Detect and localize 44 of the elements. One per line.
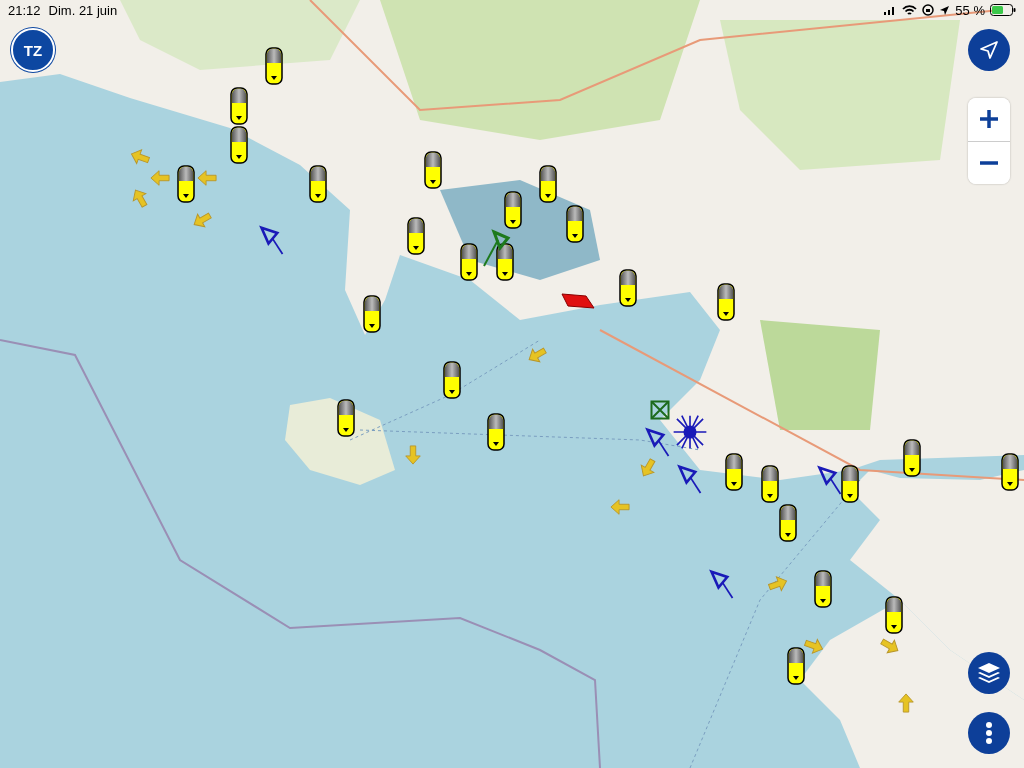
battery-icon [990, 4, 1016, 16]
tide-gauge-icon[interactable] [841, 465, 859, 503]
tide-gauge-icon[interactable] [717, 283, 735, 321]
tide-gauge-icon[interactable] [761, 465, 779, 503]
tide-gauge-icon[interactable] [504, 191, 522, 229]
star-burst-icon[interactable] [672, 414, 708, 450]
tide-gauge-icon[interactable] [443, 361, 461, 399]
tide-gauge-icon[interactable] [460, 243, 478, 281]
layers-icon [977, 662, 1001, 684]
navigation-arrow-icon [979, 40, 999, 60]
status-date: Dim. 21 juin [48, 2, 118, 18]
tide-gauge-icon[interactable] [265, 47, 283, 85]
flag-icon[interactable] [480, 228, 512, 268]
crossed-box-icon[interactable] [650, 400, 670, 420]
tide-gauge-icon[interactable] [539, 165, 557, 203]
tide-gauge-icon[interactable] [177, 165, 195, 203]
clock-time: 21:12 [8, 2, 41, 18]
tide-gauge-icon[interactable] [337, 399, 355, 437]
tide-gauge-icon[interactable] [487, 413, 505, 451]
plus-icon [979, 109, 999, 130]
tide-gauge-icon[interactable] [230, 126, 248, 164]
tide-gauge-icon[interactable] [885, 596, 903, 634]
boat-icon[interactable] [560, 290, 596, 312]
minus-icon [979, 160, 999, 165]
zoom-in-button[interactable] [968, 98, 1010, 141]
tide-gauge-icon[interactable] [903, 439, 921, 477]
tide-gauge-icon[interactable] [424, 151, 442, 189]
wifi-icon [902, 4, 918, 16]
tide-gauge-icon[interactable] [814, 570, 832, 608]
battery-percent: 55 % [955, 2, 985, 18]
tide-gauge-icon[interactable] [725, 453, 743, 491]
tide-gauge-icon[interactable] [496, 243, 514, 281]
tide-gauge-icon[interactable] [619, 269, 637, 307]
tide-gauge-icon[interactable] [363, 295, 381, 333]
tide-gauge-icon[interactable] [1001, 453, 1019, 491]
zoom-out-button[interactable] [968, 140, 1010, 184]
more-icon [985, 722, 993, 744]
tide-gauge-icon[interactable] [779, 504, 797, 542]
tide-gauge-icon[interactable] [309, 165, 327, 203]
tide-gauge-icon[interactable] [407, 217, 425, 255]
tide-gauge-icon[interactable] [787, 647, 805, 685]
location-arrow-icon [939, 4, 951, 16]
tide-gauge-icon[interactable] [230, 87, 248, 125]
tide-gauge-icon[interactable] [566, 205, 584, 243]
